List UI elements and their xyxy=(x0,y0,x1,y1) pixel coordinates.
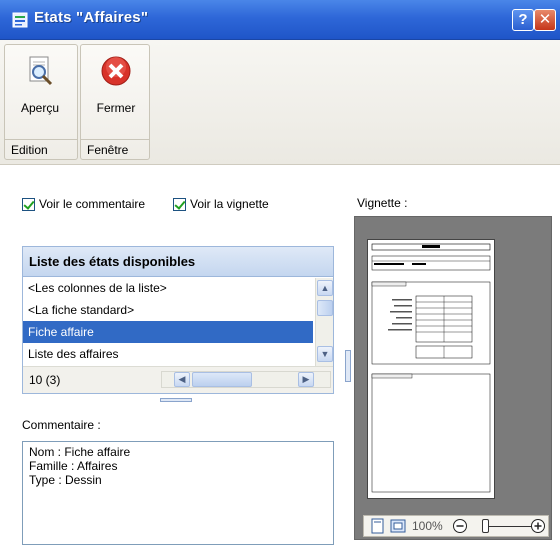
scroll-right-icon[interactable]: ▶ xyxy=(298,372,314,387)
group-label-fenetre: Fenêtre xyxy=(81,139,149,159)
show-thumbnail-label: Voir la vignette xyxy=(190,197,269,211)
window: Etats "Affaires" ? ✕ Aperçu Edition Ferm… xyxy=(0,0,560,552)
list-title: Liste des états disponibles xyxy=(23,247,333,277)
zoom-level: 100% xyxy=(412,519,443,533)
group-label-edition: Edition xyxy=(5,139,77,159)
horizontal-scrollbar[interactable]: ◀ ▶ xyxy=(161,371,331,388)
show-comment-label: Voir le commentaire xyxy=(39,197,146,211)
close-red-circle-icon xyxy=(101,56,131,86)
scroll-left-icon[interactable]: ◀ xyxy=(174,372,190,387)
scroll-thumb[interactable] xyxy=(317,300,333,316)
horizontal-scroll-thumb[interactable] xyxy=(192,372,252,387)
comment-textbox[interactable]: Nom : Fiche affaire Famille : Affaires T… xyxy=(22,441,334,545)
zoom-in-icon[interactable] xyxy=(530,518,546,534)
zoom-out-icon[interactable] xyxy=(452,518,468,534)
list-item-selected[interactable]: Fiche affaire xyxy=(23,321,313,343)
close-window-button[interactable]: ✕ xyxy=(534,9,556,31)
apercu-button[interactable]: Aperçu xyxy=(9,49,71,139)
window-title: Etats "Affaires" xyxy=(34,9,149,26)
report-preview-graphic xyxy=(371,243,491,493)
magnifier-document-icon xyxy=(29,56,53,86)
apercu-label: Aperçu xyxy=(20,101,60,115)
zoom-slider-thumb[interactable] xyxy=(482,519,489,533)
show-comment-checkbox[interactable]: Voir le commentaire xyxy=(22,196,145,212)
thumbnail-toolbar: 100% xyxy=(363,515,549,537)
ribbon: Aperçu Edition Fermer Fenêtre xyxy=(0,40,560,165)
comment-label: Commentaire : xyxy=(22,418,101,432)
comment-line: Type : Dessin xyxy=(29,473,102,487)
thumbnail-label: Vignette : xyxy=(357,196,408,210)
horizontal-splitter-handle[interactable] xyxy=(160,398,192,402)
ribbon-group-edition: Aperçu Edition xyxy=(4,44,78,160)
list-item[interactable]: Liste des affaires xyxy=(23,343,313,365)
vertical-splitter-handle[interactable] xyxy=(345,350,351,382)
list-item[interactable]: <La fiche standard> xyxy=(23,299,313,321)
checkbox-box[interactable] xyxy=(173,197,186,211)
checkbox-box[interactable] xyxy=(22,197,35,211)
report-list-panel: Liste des états disponibles <Les colonne… xyxy=(22,246,334,394)
thumbnail-panel: 100% xyxy=(354,216,552,540)
item-count: 10 (3) xyxy=(29,373,61,387)
vertical-scrollbar[interactable]: ▲ ▼ xyxy=(315,278,333,366)
scroll-down-icon[interactable]: ▼ xyxy=(317,346,333,362)
fermer-button[interactable]: Fermer xyxy=(85,49,147,139)
ribbon-group-fenetre: Fermer Fenêtre xyxy=(80,44,150,160)
list-item[interactable]: <Les colonnes de la liste> xyxy=(23,277,313,299)
show-thumbnail-checkbox[interactable]: Voir la vignette xyxy=(173,196,269,212)
comment-line: Famille : Affaires xyxy=(29,459,118,473)
list-footer: 10 (3) ◀ ▶ xyxy=(23,366,333,393)
comment-line: Nom : Fiche affaire xyxy=(29,445,131,459)
title-bar[interactable]: Etats "Affaires" ? ✕ xyxy=(0,0,560,40)
content-area: Voir le commentaire Voir la vignette Lis… xyxy=(0,166,560,552)
report-thumbnail xyxy=(367,239,495,499)
fermer-label: Fermer xyxy=(96,101,136,115)
page-width-icon[interactable] xyxy=(370,518,386,534)
scroll-up-icon[interactable]: ▲ xyxy=(317,280,333,296)
full-page-icon[interactable] xyxy=(390,518,406,534)
help-button[interactable]: ? xyxy=(512,9,534,31)
app-icon xyxy=(12,12,28,28)
